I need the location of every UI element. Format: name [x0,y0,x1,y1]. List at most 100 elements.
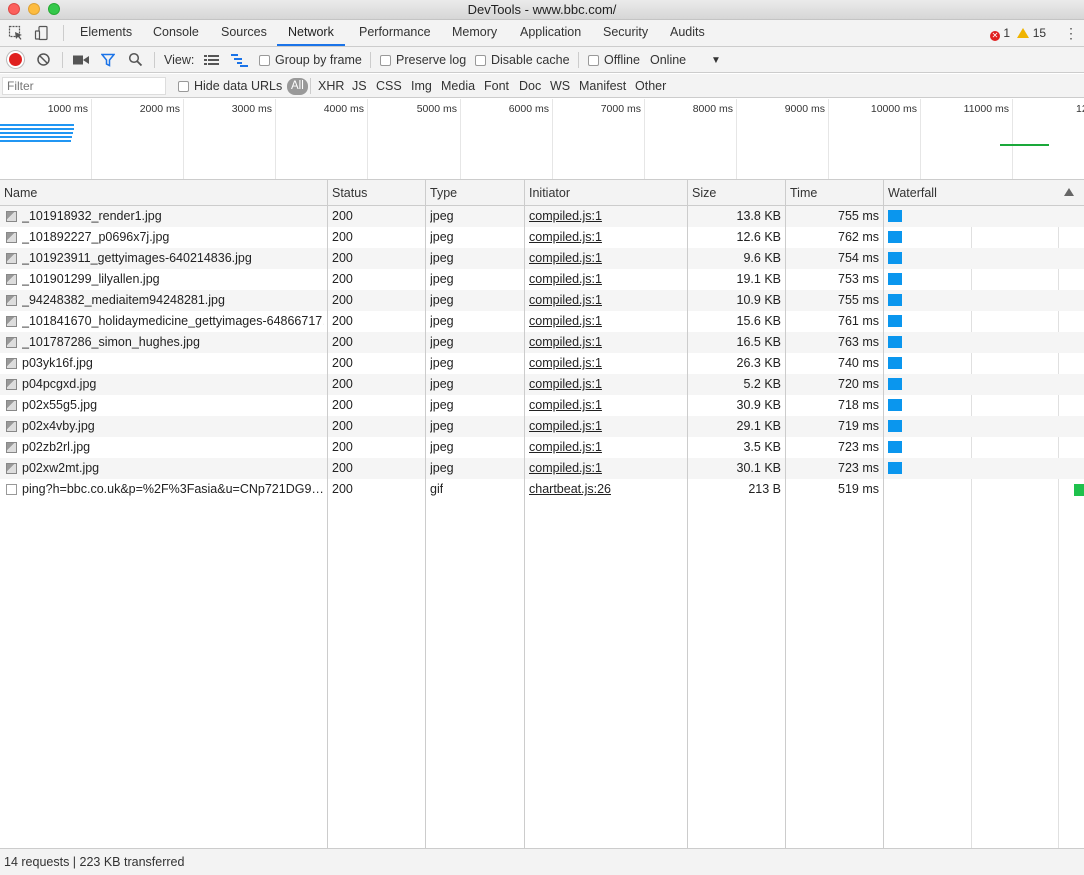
overview-gridline [1012,99,1013,179]
large-rows-icon[interactable] [204,54,219,66]
console-badges[interactable]: ✕ 1 15 [990,26,1046,41]
search-icon[interactable] [128,52,143,67]
capture-screenshots-icon[interactable] [73,54,89,66]
filter-type-css[interactable]: CSS [376,79,402,93]
table-row[interactable]: p04pcgxd.jpg 200 jpeg compiled.js:1 5.2 KB 72… [0,374,1084,395]
column-waterfall[interactable]: Waterfall [888,186,937,200]
tab-security[interactable]: Security [602,20,649,46]
toolbar-separator [578,52,579,68]
table-row[interactable]: p02x4vby.jpg 200 jpeg compiled.js:1 29.1 KB 7… [0,416,1084,437]
request-type: jpeg [430,251,454,265]
throttling-select[interactable]: Online [650,53,686,67]
table-row[interactable]: _94248382_mediaitem94248281.jpg 200 jpeg co… [0,290,1084,311]
request-initiator[interactable]: compiled.js:1 [529,440,602,454]
column-initiator[interactable]: Initiator [529,186,570,200]
table-row[interactable]: _101918932_render1.jpg 200 jpeg compiled.js… [0,206,1084,227]
request-initiator[interactable]: compiled.js:1 [529,293,602,307]
checkbox-box [259,55,270,66]
request-status: 200 [332,335,353,349]
waterfall-bar [888,357,902,369]
toolbar-separator [62,52,63,68]
request-initiator[interactable]: compiled.js:1 [529,461,602,475]
tab-audits[interactable]: Audits [669,20,706,46]
more-options-icon[interactable]: ⋮ [1064,25,1078,42]
clear-icon[interactable] [36,52,51,67]
checkbox-box [380,55,391,66]
table-row[interactable]: _101787286_simon_hughes.jpg 200 jpeg compil… [0,332,1084,353]
filter-type-manifest[interactable]: Manifest [579,79,626,93]
tab-performance[interactable]: Performance [358,20,432,46]
tab-elements[interactable]: Elements [79,20,133,46]
overview-request-bar [1000,144,1049,146]
table-row[interactable]: p03yk16f.jpg 200 jpeg compiled.js:1 26.3 KB 7… [0,353,1084,374]
disable-cache-checkbox[interactable]: Disable cache [475,53,570,67]
timeline-overview[interactable]: 1000 ms 2000 ms 3000 ms 4000 ms 5000 ms 6000 … [0,99,1084,180]
column-name[interactable]: Name [4,186,37,200]
request-initiator[interactable]: compiled.js:1 [529,230,602,244]
tab-application[interactable]: Application [519,20,582,46]
tab-memory[interactable]: Memory [451,20,498,46]
filter-type-font[interactable]: Font [484,79,509,93]
record-button[interactable] [9,53,22,66]
request-initiator[interactable]: compiled.js:1 [529,356,602,370]
request-initiator[interactable]: compiled.js:1 [529,272,602,286]
request-size: 29.1 KB [736,419,781,433]
table-row[interactable]: _101901299_lilyallen.jpg 200 jpeg compiled.… [0,269,1084,290]
column-size[interactable]: Size [692,186,716,200]
show-overview-icon[interactable] [231,53,248,67]
view-label: View: [164,53,195,67]
request-initiator[interactable]: chartbeat.js:26 [529,482,611,496]
group-by-frame-checkbox[interactable]: Group by frame [259,53,362,67]
request-initiator[interactable]: compiled.js:1 [529,209,602,223]
table-row[interactable]: p02zb2rl.jpg 200 jpeg compiled.js:1 3.5 KB 72… [0,437,1084,458]
request-time: 755 ms [838,209,879,223]
filter-type-xhr[interactable]: XHR [318,79,344,93]
hide-data-urls-checkbox[interactable]: Hide data URLs [178,79,282,93]
filter-type-js[interactable]: JS [352,79,367,93]
request-initiator[interactable]: compiled.js:1 [529,377,602,391]
tab-network[interactable]: Network [277,20,345,46]
request-status: 200 [332,419,353,433]
request-initiator[interactable]: compiled.js:1 [529,419,602,433]
tab-sources[interactable]: Sources [220,20,268,46]
table-row[interactable]: _101892227_p0696x7j.jpg 200 jpeg compiled.j… [0,227,1084,248]
request-type: jpeg [430,293,454,307]
chevron-down-icon[interactable]: ▼ [711,55,721,66]
filter-icon[interactable] [101,53,115,67]
request-status: 200 [332,272,353,286]
preserve-log-checkbox[interactable]: Preserve log [380,53,466,67]
table-row[interactable]: p02xw2mt.jpg 200 jpeg compiled.js:1 30.1 KB 7… [0,458,1084,479]
table-row[interactable]: p02x55g5.jpg 200 jpeg compiled.js:1 30.9 KB 7… [0,395,1084,416]
filter-type-ws[interactable]: WS [550,79,570,93]
request-type: jpeg [430,230,454,244]
request-initiator[interactable]: compiled.js:1 [529,335,602,349]
column-status[interactable]: Status [332,186,367,200]
overview-tick-label: 9000 ms [784,103,825,115]
offline-checkbox[interactable]: Offline [588,53,640,67]
filter-type-all[interactable]: All [287,78,308,95]
filter-type-doc[interactable]: Doc [519,79,541,93]
column-type[interactable]: Type [430,186,457,200]
overview-tick-label: 7000 ms [600,103,641,115]
request-initiator[interactable]: compiled.js:1 [529,314,602,328]
filter-type-img[interactable]: Img [411,79,432,93]
request-name: p03yk16f.jpg [22,356,93,370]
request-initiator[interactable]: compiled.js:1 [529,398,602,412]
filter-input[interactable] [2,77,166,95]
request-time: 755 ms [838,293,879,307]
file-thumbnail-icon [6,442,17,453]
filter-type-media[interactable]: Media [441,79,475,93]
table-row[interactable]: ping?h=bbc.co.uk&p=%2F%3Fasia&u=CNp721DG… [0,479,1084,500]
table-row[interactable]: _101923911_gettyimages-640214836.jpg 200 j… [0,248,1084,269]
tab-console[interactable]: Console [152,20,200,46]
table-row[interactable]: _101841670_holidaymedicine_gettyimages-6… [0,311,1084,332]
request-initiator[interactable]: compiled.js:1 [529,251,602,265]
file-thumbnail-icon [6,463,17,474]
request-name: _101923911_gettyimages-640214836.jpg [22,251,252,265]
request-type: jpeg [430,377,454,391]
window-titlebar: DevTools - www.bbc.com/ [0,0,1084,20]
inspect-element-icon[interactable] [8,25,24,41]
column-time[interactable]: Time [790,186,817,200]
filter-type-other[interactable]: Other [635,79,666,93]
device-toolbar-icon[interactable] [34,25,50,41]
